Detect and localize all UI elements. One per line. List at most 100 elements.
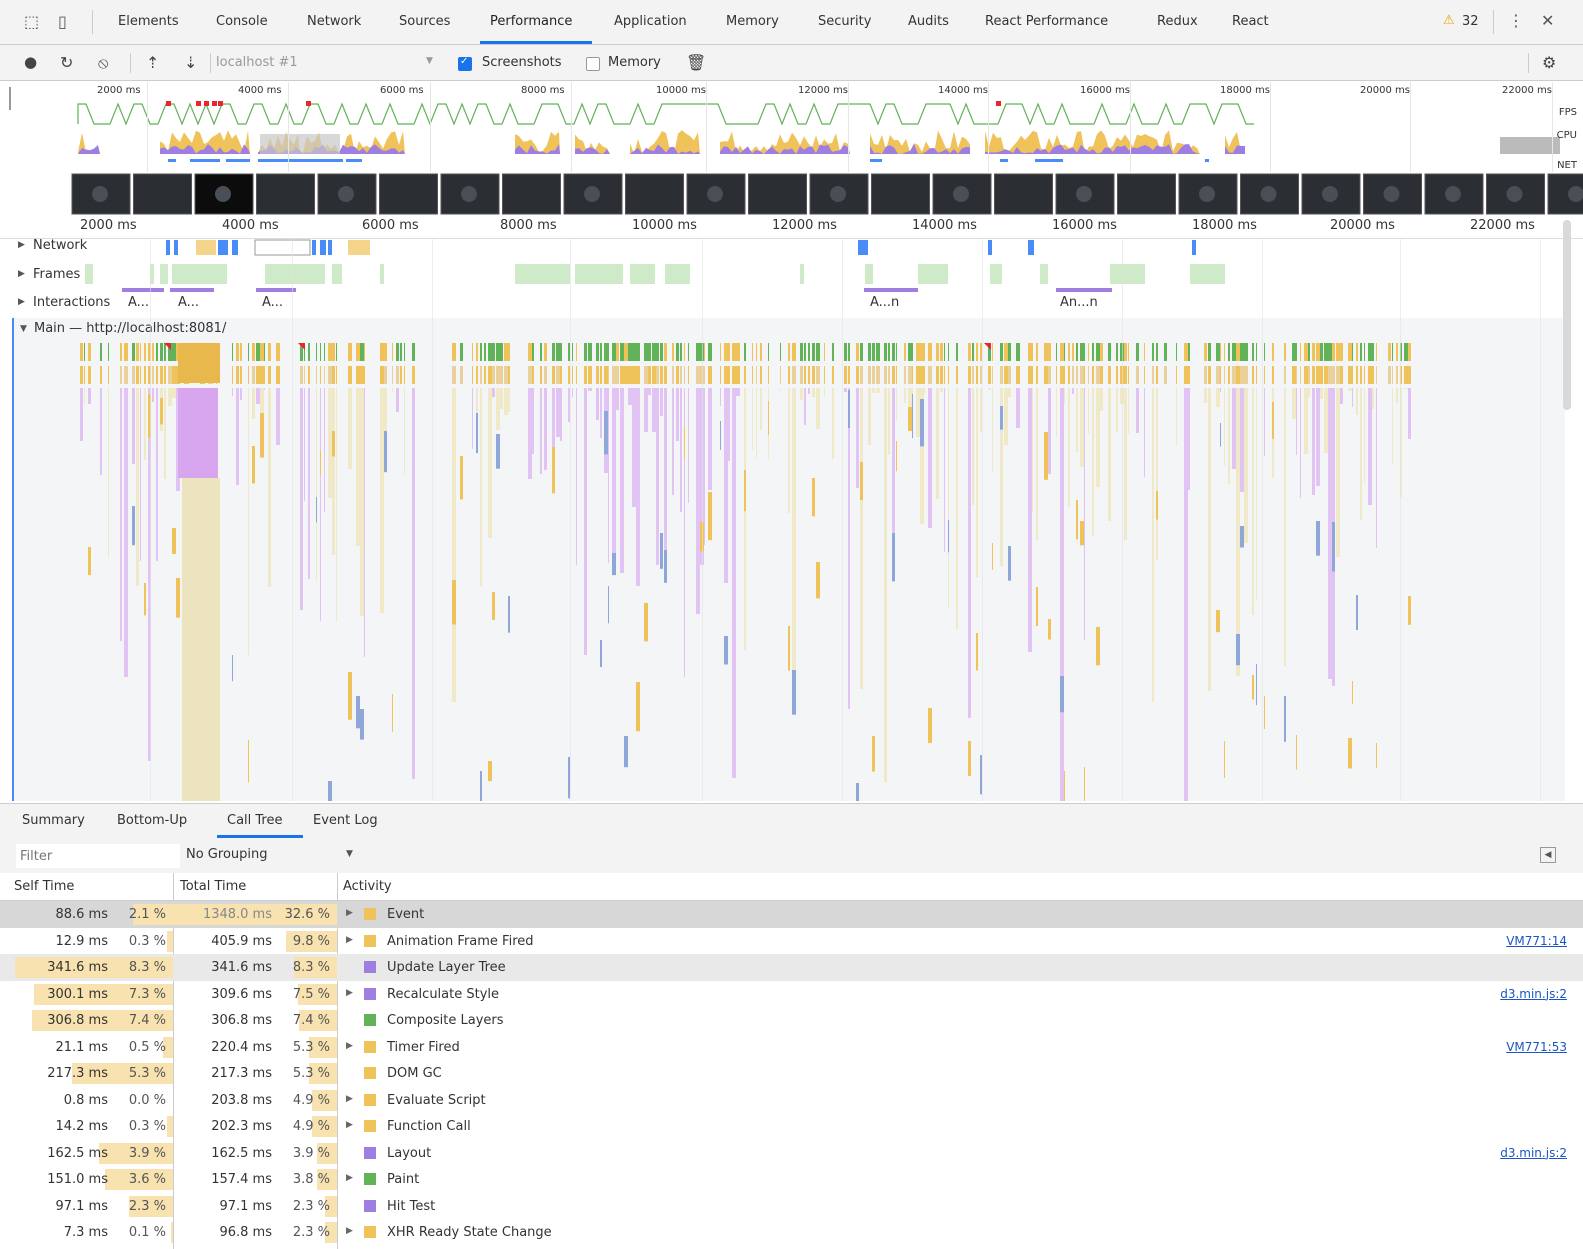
- tracks-graphics[interactable]: [0, 238, 1560, 318]
- flame-call[interactable]: [1080, 366, 1084, 384]
- flame-call[interactable]: [1304, 366, 1308, 384]
- flame-call[interactable]: [1348, 366, 1352, 384]
- flame-task[interactable]: [1256, 343, 1257, 361]
- flame-call[interactable]: [472, 388, 473, 449]
- interaction-bar[interactable]: [256, 288, 296, 292]
- flame-task[interactable]: [396, 343, 399, 361]
- flame-call[interactable]: [1064, 388, 1065, 404]
- interaction-bar[interactable]: [170, 288, 214, 292]
- flame-call[interactable]: [552, 366, 555, 384]
- flame-call[interactable]: [944, 366, 945, 384]
- flame-task[interactable]: [1152, 343, 1154, 361]
- flame-call[interactable]: [1080, 521, 1084, 546]
- flame-call[interactable]: [1056, 388, 1057, 437]
- flame-call[interactable]: [816, 562, 820, 599]
- flame-call[interactable]: [1108, 388, 1111, 521]
- flame-call[interactable]: [1252, 366, 1254, 384]
- flame-call[interactable]: [1204, 388, 1207, 403]
- flame-task[interactable]: [328, 343, 332, 361]
- flame-call[interactable]: [912, 366, 913, 384]
- flame-call[interactable]: [232, 388, 233, 396]
- frame-block[interactable]: [1040, 264, 1048, 284]
- screenshot-thumbnail[interactable]: [748, 173, 807, 215]
- flame-call[interactable]: [452, 366, 456, 384]
- network-request[interactable]: [218, 240, 228, 255]
- flame-call[interactable]: [268, 366, 271, 384]
- flame-call[interactable]: [120, 366, 122, 384]
- flame-call[interactable]: [1156, 491, 1158, 520]
- flame-call[interactable]: [608, 586, 609, 624]
- screenshots-checkbox[interactable]: [458, 56, 472, 71]
- call-tree-row[interactable]: 300.1 ms 7.3 % 309.6 ms 7.5 % ▶ Recalculate S…: [0, 981, 1583, 1008]
- flame-task[interactable]: [140, 343, 141, 361]
- flame-call[interactable]: [660, 366, 663, 384]
- flame-call[interactable]: [624, 736, 628, 768]
- details-tab-bottom-up[interactable]: Bottom-Up: [117, 813, 187, 828]
- flame-call[interactable]: [1136, 366, 1139, 384]
- flame-call[interactable]: [1224, 366, 1225, 384]
- tab-redux[interactable]: Redux: [1157, 14, 1198, 29]
- flame-call[interactable]: [1360, 366, 1362, 384]
- flame-call[interactable]: [884, 366, 887, 384]
- flame-task[interactable]: [1372, 343, 1374, 361]
- flame-task[interactable]: [944, 343, 945, 361]
- details-tab-event-log[interactable]: Event Log: [313, 813, 378, 828]
- flame-task[interactable]: [1300, 343, 1301, 361]
- network-request[interactable]: [174, 240, 178, 255]
- flame-call[interactable]: [1100, 366, 1103, 384]
- flame-call[interactable]: [696, 366, 700, 384]
- flame-call[interactable]: [1324, 366, 1328, 384]
- flame-call[interactable]: [676, 366, 679, 384]
- flame-call[interactable]: [1144, 366, 1145, 384]
- flame-call[interactable]: [1408, 596, 1411, 625]
- flame-task[interactable]: [728, 343, 730, 361]
- flame-task[interactable]: [240, 343, 242, 361]
- flame-task[interactable]: [1184, 343, 1188, 361]
- tab-performance[interactable]: Performance: [490, 14, 572, 29]
- flame-call[interactable]: [252, 366, 255, 384]
- flame-call[interactable]: [144, 388, 146, 460]
- flame-call[interactable]: [496, 388, 500, 430]
- flame-task[interactable]: [876, 343, 880, 361]
- flame-call[interactable]: [136, 388, 139, 586]
- flame-call[interactable]: [1216, 388, 1220, 407]
- flame-task[interactable]: [332, 343, 335, 361]
- flame-task[interactable]: [584, 343, 587, 361]
- frame-block[interactable]: [265, 264, 325, 284]
- flame-call[interactable]: [156, 388, 158, 561]
- flame-call[interactable]: [1116, 388, 1118, 432]
- flame-call[interactable]: [1060, 676, 1064, 713]
- flame-call[interactable]: [232, 655, 233, 682]
- flame-call[interactable]: [1336, 366, 1340, 384]
- flame-call[interactable]: [808, 366, 810, 384]
- flame-call[interactable]: [720, 421, 721, 450]
- flame-task[interactable]: [404, 343, 405, 361]
- flame-call[interactable]: [756, 388, 757, 459]
- flame-call[interactable]: [688, 388, 689, 503]
- flame-task[interactable]: [720, 343, 721, 361]
- flame-task[interactable]: [808, 343, 810, 361]
- device-toolbar-icon[interactable]: ▯: [58, 12, 67, 31]
- flame-call[interactable]: [1028, 366, 1032, 384]
- flame-task[interactable]: [912, 343, 913, 361]
- flame-call[interactable]: [808, 388, 810, 394]
- record-icon[interactable]: ●: [24, 53, 37, 71]
- flame-task[interactable]: [1328, 343, 1332, 361]
- flame-call[interactable]: [1356, 366, 1358, 384]
- flame-call[interactable]: [1072, 388, 1074, 394]
- flame-call[interactable]: [1332, 522, 1335, 572]
- flame-call[interactable]: [816, 366, 820, 384]
- flame-call[interactable]: [860, 366, 863, 384]
- flame-call[interactable]: [800, 388, 803, 400]
- flame-call[interactable]: [896, 441, 897, 472]
- flame-call[interactable]: [236, 366, 239, 384]
- flame-task[interactable]: [992, 343, 993, 361]
- flame-task[interactable]: [532, 343, 534, 361]
- flame-call[interactable]: [664, 550, 667, 583]
- flame-call[interactable]: [1032, 366, 1033, 384]
- flame-call[interactable]: [1048, 619, 1051, 640]
- flame-call[interactable]: [1360, 388, 1362, 520]
- network-request[interactable]: [312, 240, 316, 255]
- tab-react-performance[interactable]: React Performance: [985, 14, 1108, 29]
- target-select[interactable]: localhost #1 ▼: [214, 54, 444, 72]
